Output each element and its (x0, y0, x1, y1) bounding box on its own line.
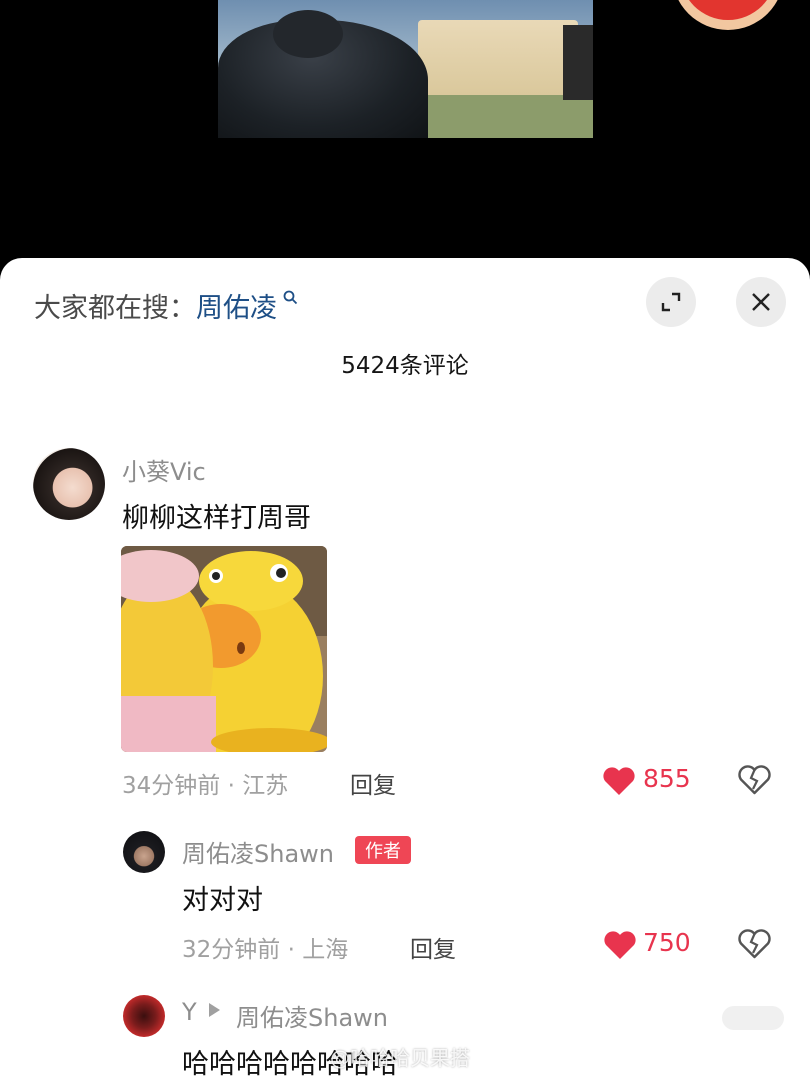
search-icon (278, 290, 298, 310)
reply-meta: 32分钟前 · 上海 (182, 937, 349, 963)
comment-text: 柳柳这样打周哥 (122, 503, 311, 534)
avatar[interactable] (33, 448, 105, 520)
comment-count: 5424条评论 (341, 353, 469, 379)
watermark-pill (722, 1006, 784, 1030)
avatar[interactable] (123, 995, 165, 1037)
video-stage (418, 20, 578, 100)
search-keyword[interactable]: 周佑凌 (196, 293, 277, 324)
reply-location: 上海 (302, 937, 349, 963)
video-person (218, 10, 428, 138)
author-badge: 作者 (355, 836, 411, 864)
close-icon (752, 293, 770, 311)
reply-to-arrow-icon (209, 1003, 220, 1017)
video-player[interactable] (0, 0, 810, 270)
search-suggestion[interactable]: 大家都在搜：周佑凌 (34, 286, 298, 325)
like-count: 855 (643, 764, 691, 793)
reply-username[interactable]: 周佑凌Shawn (182, 834, 334, 869)
heart-icon[interactable] (602, 766, 636, 796)
reply-to-username[interactable]: 周佑凌Shawn (236, 998, 388, 1033)
comment-username[interactable]: 小葵Vic (122, 452, 206, 487)
reply-username[interactable]: Y (182, 998, 197, 1026)
reply-button[interactable]: 回复 (350, 766, 396, 800)
dislike-icon[interactable] (738, 765, 771, 795)
watermark: @哈哈哈贝果搭 (330, 1046, 470, 1070)
search-prefix: 大家都在搜： (34, 293, 196, 324)
video-speaker (563, 25, 593, 100)
video-frame (218, 0, 593, 138)
video-ground (428, 95, 593, 138)
comment-location: 江苏 (242, 773, 289, 799)
like-count: 750 (643, 928, 691, 957)
reply-time: 32分钟前 (182, 937, 281, 963)
red-packet-icon[interactable] (672, 0, 784, 30)
dislike-icon[interactable] (738, 929, 771, 959)
avatar[interactable] (123, 831, 165, 873)
reply-button[interactable]: 回复 (410, 930, 456, 964)
comment-sticker-image[interactable] (121, 546, 327, 752)
expand-icon (661, 292, 681, 312)
heart-icon[interactable] (603, 930, 637, 960)
close-button[interactable] (736, 277, 786, 327)
comment-meta: 34分钟前 · 江苏 (122, 773, 289, 799)
comment-sheet: 大家都在搜：周佑凌 5424条评论 小葵Vic 柳柳这样打周哥 34分钟前 · … (0, 258, 810, 1080)
comment-time: 34分钟前 (122, 773, 221, 799)
expand-button[interactable] (646, 277, 696, 327)
reply-text: 对对对 (182, 885, 263, 916)
